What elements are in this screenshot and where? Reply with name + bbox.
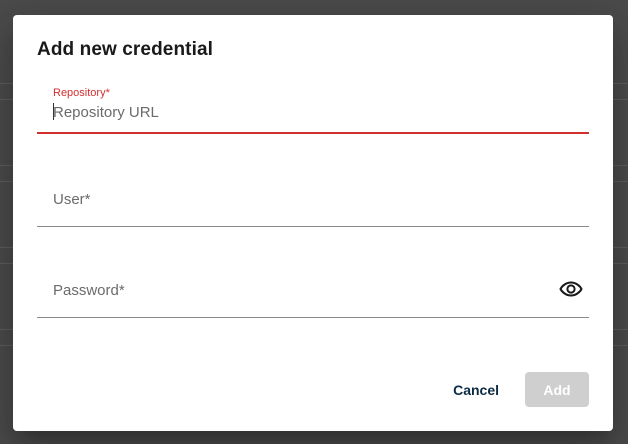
repository-underline <box>37 132 589 134</box>
user-underline <box>37 226 589 227</box>
password-underline <box>37 317 589 318</box>
user-field[interactable] <box>37 165 589 227</box>
toggle-password-visibility-button[interactable] <box>557 275 585 303</box>
user-input[interactable] <box>53 189 539 209</box>
repository-field[interactable]: Repository* <box>37 87 589 135</box>
repository-url-input[interactable] <box>53 102 539 122</box>
dialog-title: Add new credential <box>37 39 214 60</box>
repository-label: Repository* <box>53 87 110 99</box>
add-button[interactable]: Add <box>525 372 589 407</box>
eye-icon <box>559 281 583 297</box>
cancel-button[interactable]: Cancel <box>443 372 509 407</box>
password-field[interactable] <box>37 256 589 318</box>
password-input[interactable] <box>53 280 539 300</box>
add-credential-dialog: Add new credential Repository* Cancel Ad… <box>13 15 613 431</box>
dialog-actions: Cancel Add <box>443 372 589 407</box>
text-caret <box>53 103 54 120</box>
